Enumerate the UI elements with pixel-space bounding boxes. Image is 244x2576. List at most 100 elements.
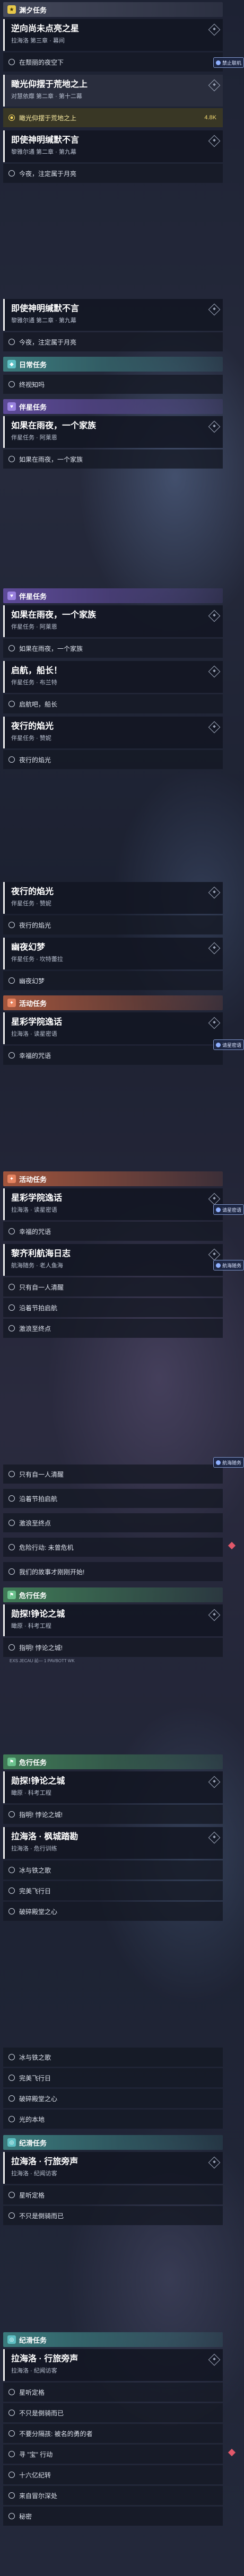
quest-card[interactable]: 即使神明缄默不言 黎雅尔通 第二章 · 第九幕: [3, 130, 223, 162]
quest-step[interactable]: 来自冒尔深处: [3, 2486, 223, 2505]
quest-step[interactable]: 在颓丽的夜空下 禁止联机: [3, 52, 244, 72]
quest-card[interactable]: 黎齐利航海日志 航海随务 · 老人鱼海 航海随务: [3, 1244, 244, 1276]
quest-panel-companion: ♥ 伴星任务 如果在雨夜，一个家族 伴星任务 · 阿莱恩 如果在雨夜，一个家族 …: [3, 588, 223, 769]
step-circle-icon: [8, 2430, 15, 2437]
quest-title: 黎齐利航海日志: [11, 1249, 71, 1258]
lock-icon: [215, 60, 221, 65]
quest-step[interactable]: 如果在雨夜，一个家族: [3, 639, 223, 658]
section-header-event: ✦ 活动任务: [3, 995, 223, 1010]
badge-label: 禁止联机: [222, 60, 241, 66]
quest-step[interactable]: 激浪至终点: [3, 1319, 223, 1338]
quest-card[interactable]: 夜行的焰光 伴星任务 · 赞妮: [3, 717, 223, 748]
quest-step[interactable]: 今夜，注定属于月亮: [3, 332, 223, 351]
quest-card[interactable]: 拉海洛 · 枫城踏勘 拉海洛 · 危行训练: [3, 1827, 223, 1859]
quest-card[interactable]: 勋探!铮论之城 瞰原 · 科考工程: [3, 1771, 223, 1803]
step-circle-icon: [8, 1228, 15, 1234]
step-label: 秘密: [19, 2512, 32, 2520]
quest-card[interactable]: 逆向尚未点亮之星 拉海洛 第三章 · 幕间: [3, 19, 223, 51]
quest-step[interactable]: 不要分隔孩: 被名的勇的者: [3, 2424, 223, 2443]
quest-step[interactable]: 激浪至终点: [3, 1513, 223, 1532]
quest-card[interactable]: 即使神明缄默不言 黎雅尔通 第二章 · 第九幕: [3, 299, 223, 331]
quest-step[interactable]: 十六亿纪转: [3, 2465, 223, 2484]
step-circle-icon: [8, 1867, 15, 1873]
step-label: 只有自一人清醒: [19, 1470, 64, 1478]
quest-card[interactable]: 夜行的焰光 伴星任务 · 赞妮: [3, 882, 223, 914]
quest-step[interactable]: 幸福的咒语 请星密语: [3, 1039, 244, 1065]
quest-step[interactable]: 启航吧，船长: [3, 694, 223, 713]
quest-panel-event: ✦ 活动任务 星彩学院逸话 拉海洛 · 读星密语 请星密语 幸福的咒语 黎齐利航…: [3, 1171, 244, 1338]
quest-step[interactable]: 指明! 悖论之城!: [3, 1638, 223, 1657]
quest-step[interactable]: 破碎殿堂之心: [3, 1902, 223, 1921]
quest-subtitle: 黎雅尔通 第二章 · 第九幕: [11, 317, 76, 324]
quest-panel-event-2: 只有自一人清醒 航海随务 沿着节拍启航 激浪至终点 危险行动: 未曾危机 我们的…: [3, 1457, 244, 1665]
quest-card[interactable]: 星彩学院逸话 拉海洛 · 读星密语 请星密语: [3, 1188, 244, 1220]
step-circle-icon: [8, 1644, 15, 1651]
quest-step[interactable]: 寻 "宝" 行动: [3, 2445, 236, 2464]
quest-card[interactable]: 如果在雨夜，一个家族 伴星任务 · 阿莱恩: [3, 416, 223, 448]
quest-step[interactable]: 沿着节拍启航: [3, 1489, 223, 1508]
quest-step[interactable]: 不只是倒骑而已: [3, 2403, 223, 2422]
quest-title: 星彩学院逸话: [11, 1018, 63, 1027]
quest-panel-adventure-2: 冰与铁之歌 完美飞行日 破碎殿堂之心 光的本地 ◎ 纪滑任务 拉海洛 · 行旅旁…: [3, 2046, 223, 2225]
step-circle-icon: [8, 1471, 15, 1477]
quest-step[interactable]: 秘密: [3, 2507, 223, 2526]
quest-subtitle: 拉海洛 · 读星密语: [11, 1031, 57, 1037]
star-icon: [215, 1042, 221, 1047]
step-label: 幸福的咒语: [19, 1228, 51, 1236]
step-label: 寻 "宝" 行动: [19, 2450, 53, 2458]
coop-disabled-badge: 禁止联机: [213, 57, 244, 68]
quest-title: 幽夜幻梦: [11, 943, 46, 952]
quest-card[interactable]: 星彩学院逸话 拉海洛 · 读星密语: [3, 1012, 223, 1044]
quest-step[interactable]: 冰与铁之歌: [3, 2048, 223, 2067]
quest-card[interactable]: 拉海洛 · 行旅旁声 拉海洛 · 纪闻访客: [3, 2152, 223, 2184]
section-title: 活动任务: [19, 999, 47, 1008]
step-circle-icon: [8, 2492, 15, 2499]
quest-step-active[interactable]: 瞰光仰摆于荒地之上 4.8K: [3, 108, 223, 127]
quest-card[interactable]: 如果在雨夜，一个家族 伴星任务 · 阿莱恩: [3, 605, 223, 637]
quest-card[interactable]: 勋探!铮论之城 瞰原 · 科考工程: [3, 1604, 223, 1636]
step-label: 不要分隔孩: 被名的勇的者: [19, 2430, 93, 2438]
quest-title: 瞰光仰摆于荒地之上: [11, 80, 88, 89]
quest-step[interactable]: 夜行的焰光: [3, 750, 223, 769]
quest-step[interactable]: 幸福的咒语: [3, 1222, 223, 1241]
quest-step[interactable]: 冰与铁之歌: [3, 1860, 223, 1880]
quest-step[interactable]: 幽夜幻梦: [3, 971, 223, 990]
quest-step[interactable]: 完美飞行日: [3, 2068, 223, 2087]
quest-step[interactable]: 如果在雨夜，一个家族: [3, 449, 223, 469]
quest-title: 夜行的焰光: [11, 722, 54, 731]
step-circle-icon: [8, 339, 15, 345]
section-title: 危行任务: [19, 1591, 47, 1600]
quest-step[interactable]: 完美飞行日: [3, 1881, 223, 1900]
quest-card[interactable]: 启航，船长！ 伴星任务 · 布兰特: [3, 661, 223, 693]
quest-step[interactable]: 今夜，注定属于月亮: [3, 164, 223, 183]
step-circle-icon: [8, 59, 15, 65]
quest-title: 勋探!铮论之城: [11, 1610, 65, 1619]
quest-card[interactable]: 幽夜幻梦 伴星任务 · 坎特蕾拉: [3, 938, 223, 969]
quest-step[interactable]: 我们的故事才刚刚开始!: [3, 1562, 223, 1581]
quest-step[interactable]: 夜行的焰光: [3, 915, 223, 934]
quest-step[interactable]: 星听定格: [3, 2383, 223, 2402]
quest-step[interactable]: 光的本地: [3, 2110, 223, 2129]
quest-step[interactable]: 指明! 悖论之城!: [3, 1805, 223, 1824]
sidestory-quest-icon: ◎: [7, 2138, 16, 2147]
step-circle-icon: [8, 1495, 15, 1502]
companion-quest-icon: ♥: [7, 592, 16, 600]
step-label: 夜行的焰光: [19, 756, 51, 764]
step-label: 完美飞行日: [19, 2074, 51, 2082]
quest-step[interactable]: 只有自一人清醒: [3, 1277, 223, 1296]
quest-card[interactable]: 拉海洛 · 行旅旁声 拉海洛 · 纪闻访客: [3, 2349, 223, 2381]
step-label: 危险行动: 未曾危机: [19, 1543, 74, 1551]
quest-title: 即使神明缄默不言: [11, 136, 80, 145]
quest-step[interactable]: 沿着节拍启航: [3, 1298, 223, 1317]
quest-step[interactable]: 终视知吗: [3, 375, 223, 394]
quest-step[interactable]: 星听定格: [3, 2185, 223, 2204]
quest-step[interactable]: 只有自一人清醒 航海随务: [3, 1457, 244, 1484]
quest-subtitle: 航海随务 · 老人鱼海: [11, 1263, 63, 1269]
quest-step[interactable]: 破碎殿堂之心: [3, 2089, 223, 2108]
quest-card-selected[interactable]: 瞰光仰摆于荒地之上 对慧依靡 第二章 · 第十二幕: [3, 75, 223, 107]
quest-step[interactable]: 不只是倒骑而已: [3, 2206, 223, 2225]
quest-subtitle: 伴星任务 · 阿莱恩: [11, 624, 57, 630]
quest-subtitle: 拉海洛 · 危行训练: [11, 1846, 57, 1852]
step-circle-icon: [8, 2513, 15, 2519]
quest-step[interactable]: 危险行动: 未曾危机: [3, 1538, 236, 1557]
